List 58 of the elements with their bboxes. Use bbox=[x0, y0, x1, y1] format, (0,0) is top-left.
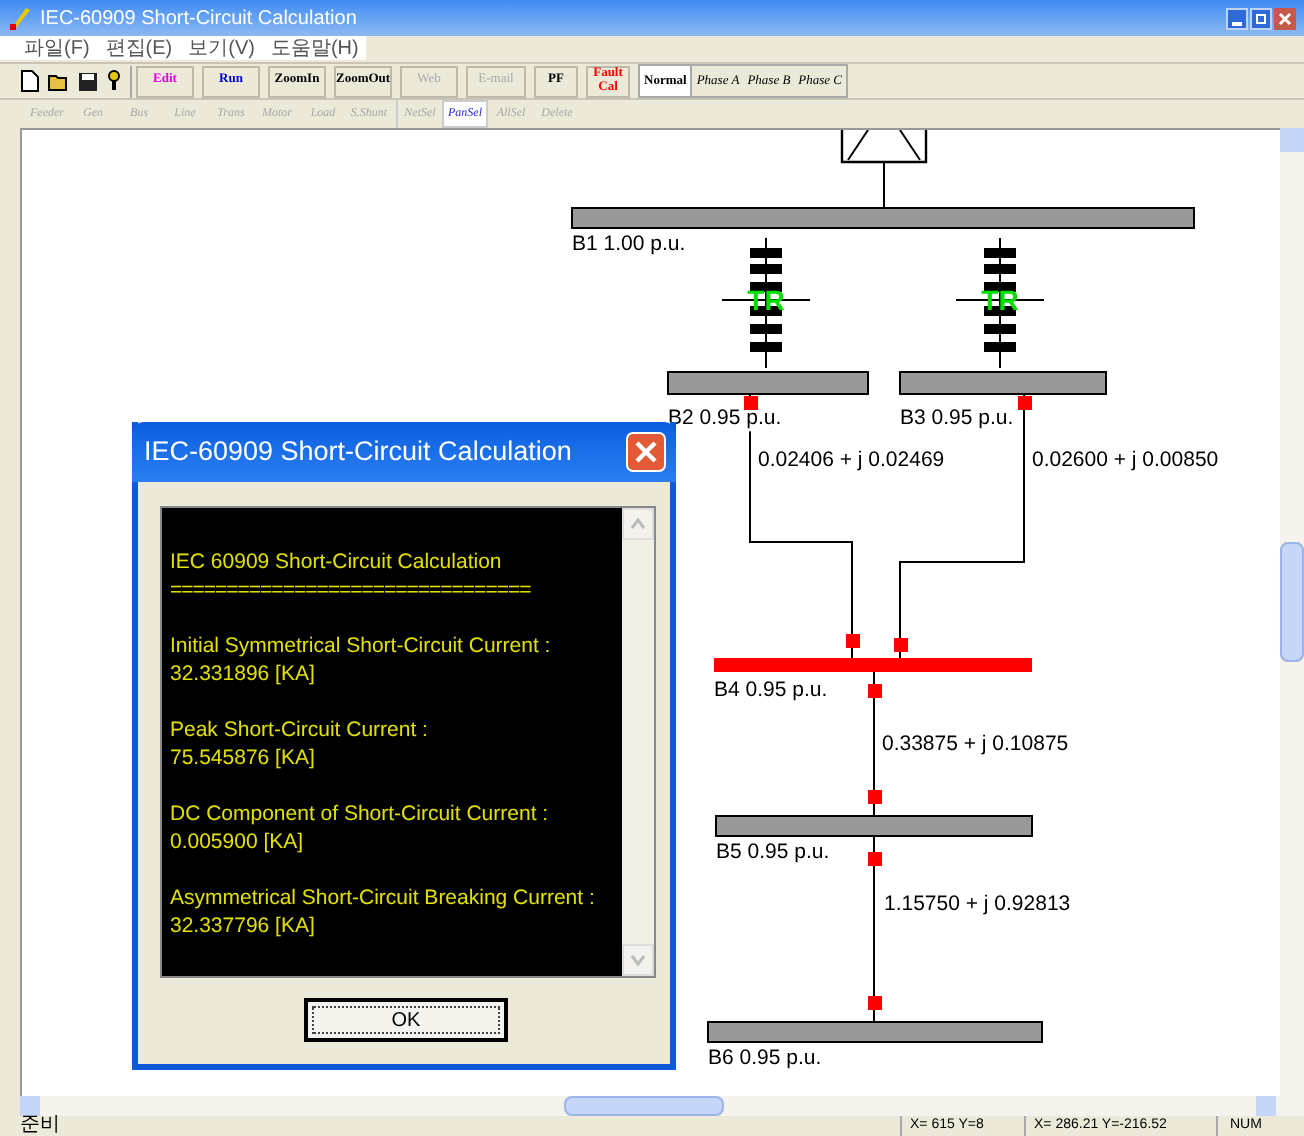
minimize-button[interactable] bbox=[1226, 7, 1248, 29]
transformer-drawing bbox=[955, 237, 1045, 369]
open-folder-icon[interactable] bbox=[48, 71, 70, 91]
source-drawing bbox=[840, 130, 928, 164]
horizontal-scrollbar[interactable] bbox=[20, 1096, 1304, 1116]
status-message: 준비 bbox=[18, 1116, 60, 1136]
bus-label: B6 0.95 p.u. bbox=[708, 1046, 822, 1070]
output-text: 32.337796 [KA] bbox=[170, 912, 317, 940]
output-text: Peak Short-Circuit Current : bbox=[170, 716, 430, 744]
app-icon bbox=[8, 6, 32, 30]
text-scrollbar[interactable] bbox=[622, 508, 654, 976]
node-marker bbox=[868, 852, 882, 866]
output-text: Initial Symmetrical Short-Circuit Current : bbox=[170, 632, 553, 660]
bus-label: B5 0.95 p.u. bbox=[716, 840, 830, 864]
node-marker bbox=[868, 684, 882, 698]
menu-item[interactable]: 보기(V) bbox=[188, 37, 255, 59]
close-icon[interactable] bbox=[626, 432, 666, 472]
node-marker bbox=[1018, 396, 1032, 410]
output-text: 32.331896 [KA] bbox=[170, 660, 317, 688]
scroll-right-button[interactable] bbox=[1256, 1096, 1276, 1116]
scroll-up-button[interactable] bbox=[622, 508, 654, 540]
impedance-label: 1.15750 + j 0.92813 bbox=[884, 892, 1071, 916]
transformer-drawing bbox=[721, 237, 811, 369]
save-icon[interactable] bbox=[78, 71, 98, 91]
new-file-icon[interactable] bbox=[20, 70, 40, 92]
restore-button[interactable] bbox=[1250, 7, 1272, 29]
vertical-scrollbar[interactable] bbox=[1280, 128, 1304, 1096]
bus-label: B4 0.95 p.u. bbox=[714, 678, 828, 702]
output-text: Asymmetrical Short-Circuit Breaking Current : bbox=[170, 884, 597, 912]
impedance-label: 0.02600 + j 0.00850 bbox=[1032, 448, 1219, 472]
scroll-thumb[interactable] bbox=[1280, 542, 1304, 662]
menu-item[interactable]: 도움말(H) bbox=[270, 37, 359, 59]
node-marker bbox=[868, 790, 882, 804]
menu-item[interactable]: 파일(F) bbox=[24, 37, 90, 59]
node-marker bbox=[846, 634, 860, 648]
scroll-left-button[interactable] bbox=[20, 1096, 40, 1116]
scroll-down-button[interactable] bbox=[622, 944, 654, 976]
connector-line bbox=[883, 161, 885, 209]
output-text: IEC 60909 Short-Circuit Calculation bbox=[170, 548, 504, 576]
window-title: IEC-60909 Short-Circuit Calculation bbox=[40, 5, 357, 33]
ok-button[interactable]: OK bbox=[304, 998, 508, 1042]
help-icon[interactable] bbox=[106, 70, 122, 92]
impedance-label: 0.33875 + j 0.10875 bbox=[882, 732, 1069, 756]
node-marker bbox=[868, 996, 882, 1010]
output-text: 0.005900 [KA] bbox=[170, 828, 306, 856]
menu-item[interactable]: 편집(E) bbox=[105, 37, 173, 59]
output-text: 75.545876 [KA] bbox=[170, 744, 317, 772]
impedance-label: 0.02406 + j 0.02469 bbox=[758, 448, 945, 472]
bus-label: B1 1.00 p.u. bbox=[572, 232, 686, 256]
dialog-title: IEC-60909 Short-Circuit Calculation bbox=[144, 433, 572, 470]
node-marker bbox=[744, 396, 758, 410]
bus-label: B3 0.95 p.u. bbox=[900, 406, 1014, 430]
close-icon[interactable] bbox=[1274, 7, 1296, 29]
output-text: ================================ bbox=[170, 576, 533, 604]
scroll-up-button[interactable] bbox=[1280, 128, 1304, 152]
output-text: DC Component of Short-Circuit Current : bbox=[170, 800, 551, 828]
node-marker bbox=[894, 638, 908, 652]
scroll-thumb[interactable] bbox=[564, 1096, 724, 1116]
